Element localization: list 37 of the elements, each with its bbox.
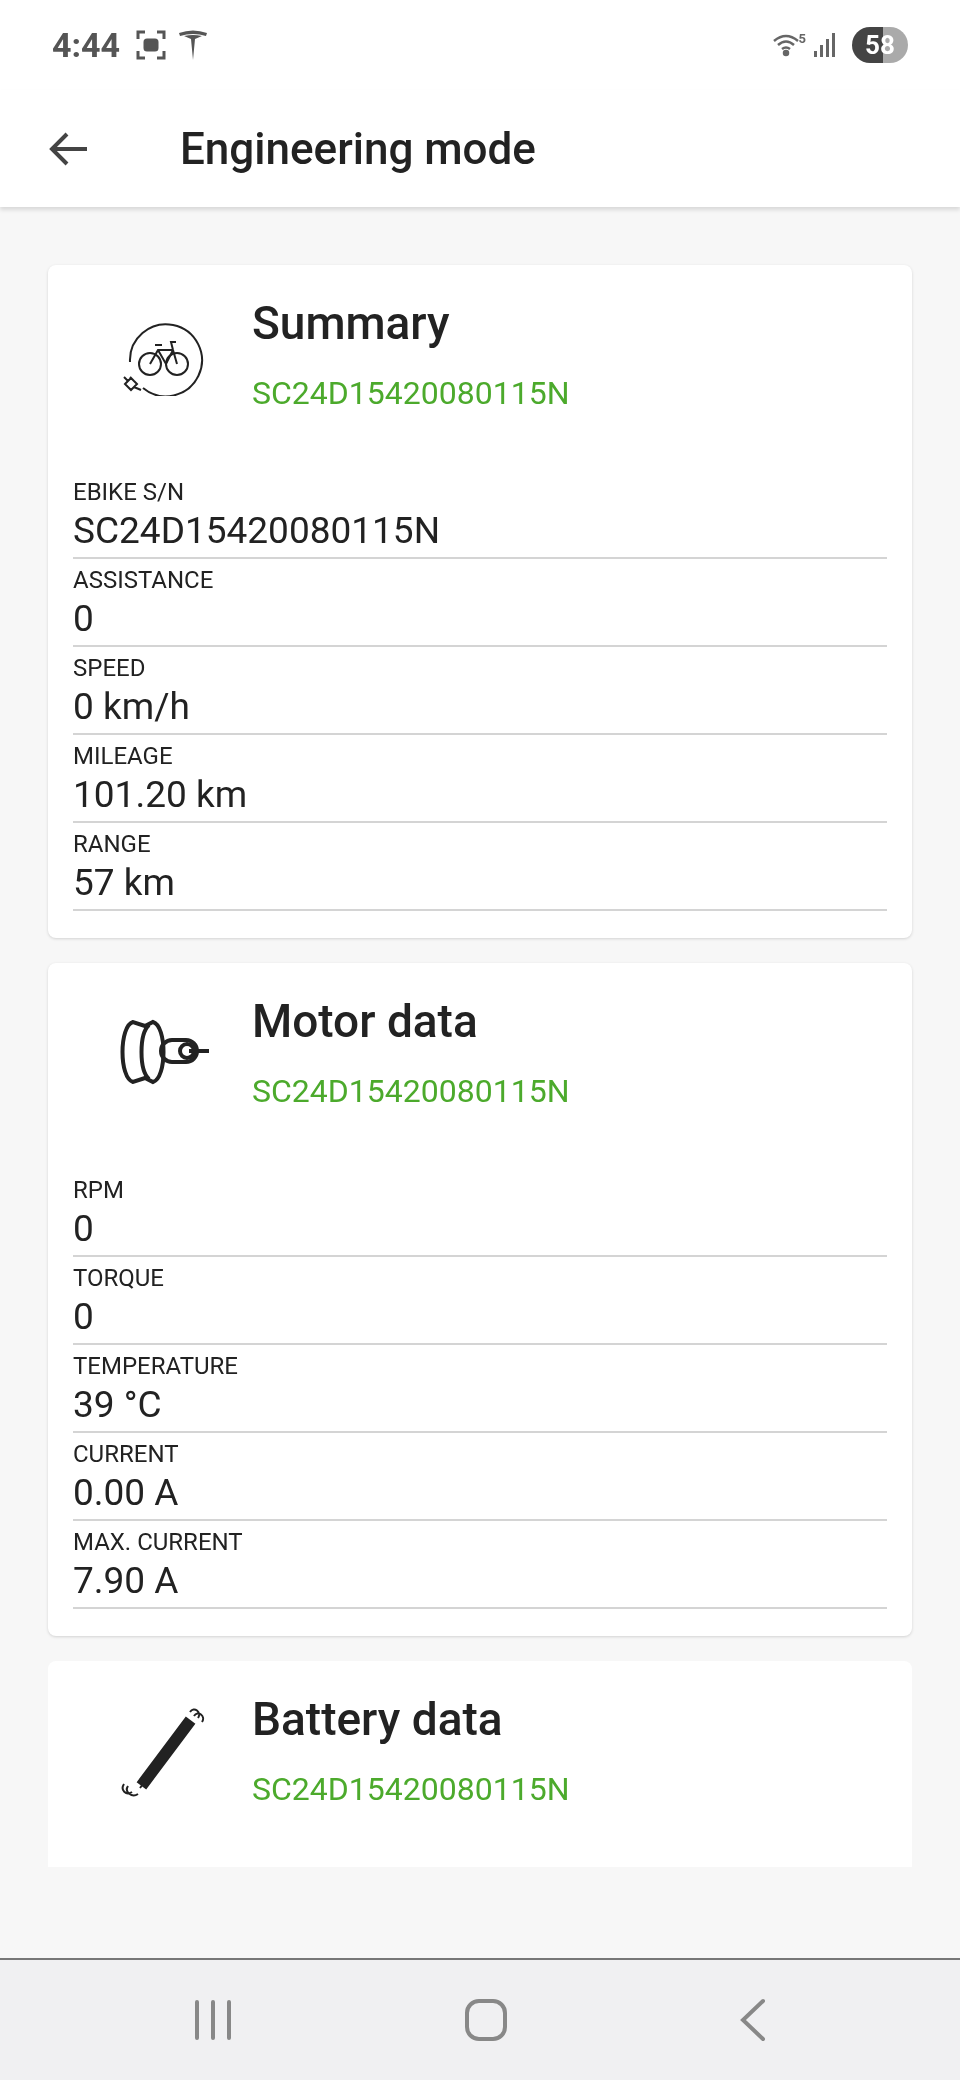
field-label: ASSISTANCE bbox=[73, 565, 215, 595]
serial-number: SC24D15420080115N bbox=[252, 373, 570, 413]
field-label: TEMPERATURE bbox=[73, 1351, 239, 1381]
field-label: SPEED bbox=[73, 653, 147, 683]
back-icon bbox=[739, 1998, 767, 2042]
field-value: 39 °C bbox=[73, 1382, 163, 1428]
field-label: RPM bbox=[73, 1175, 125, 1205]
card-title: Motor data bbox=[252, 993, 479, 1049]
card-title: Summary bbox=[252, 295, 451, 351]
field-value: 101.20 km bbox=[73, 772, 249, 818]
field-value: 0 km/h bbox=[73, 684, 191, 730]
field-label: EBIKE S/N bbox=[73, 477, 186, 507]
field-label: MAX. CURRENT bbox=[73, 1527, 244, 1557]
field-value: 0 bbox=[73, 1294, 95, 1340]
page-title: Engineering mode bbox=[180, 121, 536, 177]
wifi-icon bbox=[772, 33, 799, 57]
field-label: TORQUE bbox=[73, 1263, 165, 1293]
field-value: 0 bbox=[73, 596, 95, 642]
wifi-label: 5 bbox=[798, 30, 806, 49]
battery-badge: 58 bbox=[852, 27, 908, 63]
field-label: MILEAGE bbox=[73, 741, 174, 771]
status-time: 4:44 bbox=[52, 23, 121, 67]
field-label: CURRENT bbox=[73, 1439, 180, 1469]
field-label: RANGE bbox=[73, 829, 152, 859]
screenshot-icon bbox=[136, 30, 167, 60]
field-value: SC24D15420080115N bbox=[73, 508, 442, 554]
home-icon bbox=[464, 1998, 508, 2042]
recent-apps-icon bbox=[193, 1999, 233, 2041]
serial-number: SC24D15420080115N bbox=[252, 1071, 570, 1111]
field-value: 57 km bbox=[73, 860, 176, 906]
signal-icon bbox=[814, 33, 836, 57]
field-value: 7.90 A bbox=[73, 1558, 180, 1604]
serial-number: SC24D15420080115N bbox=[252, 1769, 570, 1809]
field-value: 0.00 A bbox=[73, 1470, 180, 1516]
back-arrow-icon bbox=[49, 130, 89, 167]
card-title: Battery data bbox=[252, 1691, 504, 1747]
field-value: 0 bbox=[73, 1206, 95, 1252]
